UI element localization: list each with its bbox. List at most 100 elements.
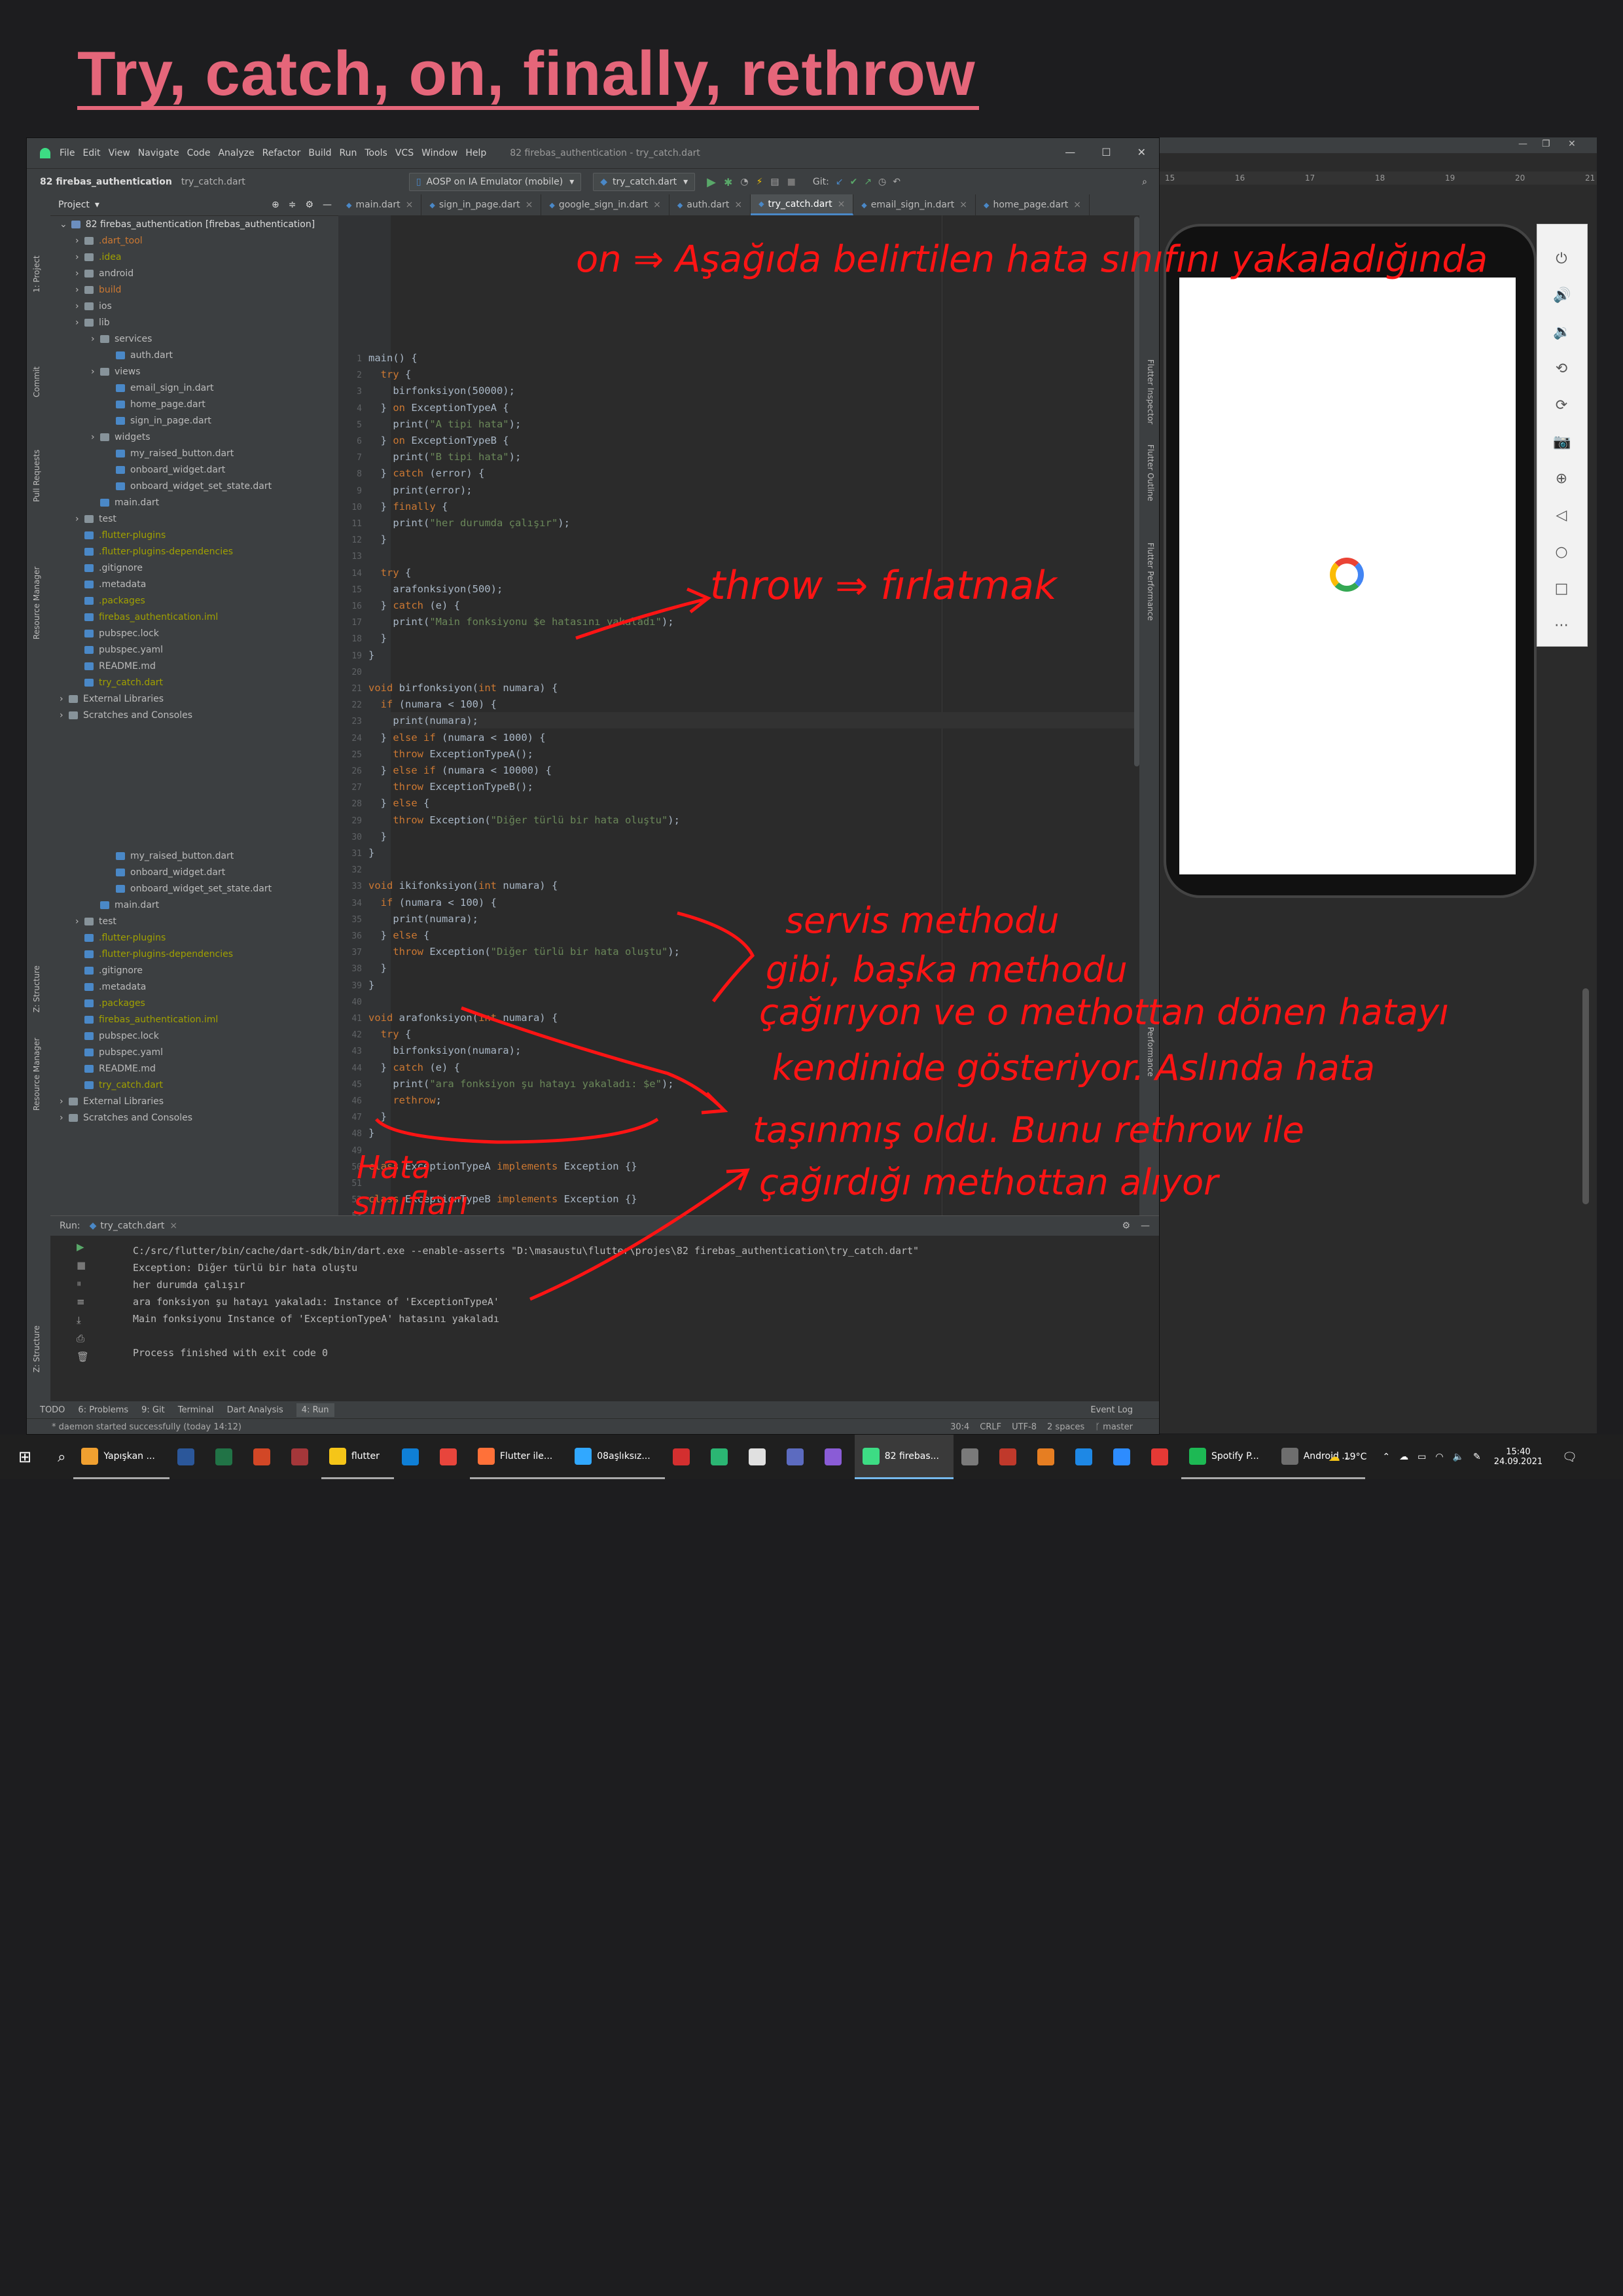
code-line[interactable]: } catch (e) { (368, 1062, 460, 1073)
project-tool-label[interactable]: 1: Project (32, 255, 41, 293)
tab-auth-dart[interactable]: ◆ auth.dart × (669, 194, 751, 215)
taskbar-app[interactable] (245, 1435, 283, 1479)
taskbar-app[interactable] (991, 1435, 1029, 1479)
code-line[interactable]: print("A tipi hata"); (368, 418, 521, 430)
tree-item[interactable]: onboard_widget.dart (50, 864, 338, 880)
event-log-button[interactable]: Event Log (1090, 1405, 1133, 1415)
tree-item[interactable]: firebas_authentication.iml (50, 1011, 338, 1028)
tree-item[interactable]: sign_in_page.dart (50, 412, 338, 429)
flutter-inspector-label[interactable]: Flutter Inspector (1146, 359, 1155, 424)
taskbar-app[interactable] (954, 1435, 991, 1479)
scroll-end-icon[interactable]: ⤓ (77, 1314, 89, 1326)
run-config-selector[interactable]: ◆ try_catch.dart ▾ (593, 173, 696, 191)
pen-icon[interactable]: ✎ (1473, 1452, 1481, 1462)
file-encoding[interactable]: UTF-8 (1012, 1422, 1037, 1432)
gear-icon[interactable]: ⚙ (305, 200, 313, 210)
code-line[interactable]: throw ExceptionTypeA(); (368, 748, 533, 760)
code-editor[interactable] (391, 215, 1159, 1215)
code-line[interactable]: void ikifonksiyon(int numara) { (368, 880, 558, 891)
code-line[interactable]: if (numara < 100) { (368, 698, 497, 710)
tray-expand-icon[interactable]: ⌃ (1382, 1452, 1390, 1462)
code-line[interactable]: void arafonksiyon(int numara) { (368, 1012, 558, 1024)
code-line[interactable]: print("B tipi hata"); (368, 451, 521, 463)
run-icon[interactable]: ▶ (707, 175, 716, 189)
commit-tool-label[interactable]: Commit (32, 367, 41, 397)
weather-temp[interactable]: 19°C (1344, 1452, 1367, 1462)
close-icon[interactable]: × (959, 200, 967, 210)
menu-item-navigate[interactable]: Navigate (138, 148, 179, 158)
rotate-left-icon[interactable]: ⟲ (1553, 361, 1570, 378)
code-line[interactable]: } (368, 979, 374, 991)
taskbar-app[interactable] (1029, 1435, 1067, 1479)
menu-item-edit[interactable]: Edit (82, 148, 100, 158)
close-icon[interactable]: × (734, 200, 742, 210)
code-line[interactable]: } (368, 831, 387, 842)
maximize-icon[interactable]: ☐ (1101, 146, 1111, 158)
performance-label[interactable]: Performance (1146, 1027, 1155, 1077)
tree-item[interactable]: .packages (50, 995, 338, 1011)
pull-requests-tool-label[interactable]: Pull Requests (32, 450, 41, 502)
tree-item[interactable]: my_raised_button.dart (50, 445, 338, 461)
tree-item[interactable]: pubspec.lock (50, 625, 338, 641)
tool-window--git[interactable]: 9: Git (141, 1405, 165, 1415)
tree-item[interactable]: .gitignore (50, 560, 338, 576)
locate-icon[interactable]: ⊕ (272, 200, 279, 210)
code-line[interactable]: } (368, 847, 374, 859)
tree-item[interactable]: onboard_widget.dart (50, 461, 338, 478)
code-line[interactable]: throw Exception("Diğer türlü bir hata ol… (368, 814, 680, 826)
tree-item[interactable]: › External Libraries (50, 691, 338, 707)
profile-icon[interactable]: ◔ (740, 177, 748, 187)
tree-item[interactable]: › test (50, 511, 338, 527)
wifi-icon[interactable]: ◠ (1435, 1452, 1443, 1462)
tree-item[interactable]: › Scratches and Consoles (50, 707, 338, 723)
code-line[interactable]: main() { (368, 352, 418, 364)
tree-item[interactable]: › .dart_tool (50, 232, 338, 249)
back-icon[interactable]: ◁ (1553, 507, 1570, 524)
structure-tool-label-2[interactable]: Z: Structure (32, 1325, 41, 1372)
code-line[interactable]: print("Main fonksiyonu $e hatasını yakal… (368, 616, 673, 628)
code-line[interactable]: } (368, 649, 374, 661)
wrap-icon[interactable]: ≡ (77, 1296, 89, 1308)
code-line[interactable]: print("ara fonksiyon şu hatayı yakaladı:… (368, 1078, 673, 1090)
close-icon[interactable]: × (169, 1221, 177, 1231)
hide-panel-icon[interactable]: — (1141, 1221, 1150, 1231)
close-icon[interactable]: × (1073, 200, 1081, 210)
git-push-icon[interactable]: ↗ (864, 177, 872, 187)
gear-icon[interactable]: ⚙ (1122, 1221, 1130, 1231)
restore-icon[interactable]: ❐ (1542, 139, 1550, 149)
tree-item[interactable]: onboard_widget_set_state.dart (50, 478, 338, 494)
menu-item-build[interactable]: Build (308, 148, 331, 158)
search-icon[interactable]: ⌕ (50, 1435, 73, 1479)
menu-item-refactor[interactable]: Refactor (262, 148, 301, 158)
code-line[interactable]: birfonksiyon(numara); (368, 1045, 521, 1056)
tree-item[interactable]: › services (50, 331, 338, 347)
flutter-outline-label[interactable]: Flutter Outline (1146, 444, 1155, 501)
menu-item-file[interactable]: File (60, 148, 75, 158)
rotate-right-icon[interactable]: ⟳ (1553, 397, 1570, 414)
code-line[interactable]: throw Exception("Diğer türlü bir hata ol… (368, 946, 680, 958)
code-line[interactable]: try { (368, 567, 412, 579)
debug-icon[interactable]: ✱ (724, 176, 732, 188)
taskbar-app[interactable] (1143, 1435, 1181, 1479)
menu-item-help[interactable]: Help (465, 148, 486, 158)
pause-icon[interactable]: ⏸ (77, 1278, 89, 1289)
taskbar-app[interactable] (432, 1435, 470, 1479)
code-line[interactable]: class ExceptionTypeA implements Exceptio… (368, 1160, 637, 1172)
code-line[interactable]: print(numara); (368, 715, 478, 726)
notification-icon[interactable]: 🗨 (1562, 1450, 1577, 1464)
code-line[interactable]: } catch (error) { (368, 467, 485, 479)
phone-screen[interactable] (1179, 278, 1516, 874)
code-line[interactable]: void birfonksiyon(int numara) { (368, 682, 558, 694)
cloud-icon[interactable]: ☁ (1399, 1452, 1408, 1462)
menu-item-analyze[interactable]: Analyze (218, 148, 254, 158)
taskbar-app[interactable]: Yapışkan ... (73, 1435, 169, 1479)
history-icon[interactable]: ◷ (878, 177, 886, 187)
tool-window--problems[interactable]: 6: Problems (78, 1405, 128, 1415)
tab-try-catch-dart[interactable]: ◆ try_catch.dart × (751, 194, 854, 215)
tree-item[interactable]: › android (50, 265, 338, 281)
tree-item[interactable]: try_catch.dart (50, 674, 338, 691)
menu-item-run[interactable]: Run (340, 148, 357, 158)
taskbar-app[interactable]: Flutter ile... (469, 1435, 567, 1479)
emulator-scrollbar[interactable] (1582, 988, 1589, 1204)
tool-window-terminal[interactable]: Terminal (178, 1405, 214, 1415)
